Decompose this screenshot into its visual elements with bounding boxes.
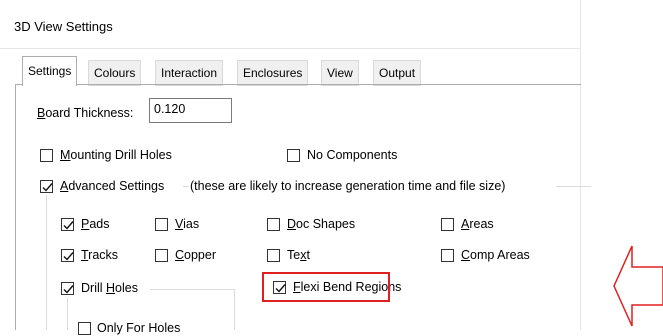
check-icon (63, 285, 74, 294)
doc-shapes-checkbox[interactable] (267, 218, 280, 231)
areas-label: Areas (461, 217, 494, 231)
doc-shapes-label: Doc Shapes (287, 217, 356, 231)
tab-enclosures[interactable]: Enclosures (237, 60, 309, 86)
arrow-left-icon (613, 245, 663, 327)
vias-checkbox[interactable] (155, 218, 168, 231)
vias-label: Vias (175, 217, 200, 231)
tab-colours[interactable]: Colours (88, 60, 142, 86)
tab-output[interactable]: Output (373, 60, 422, 86)
check-icon (42, 183, 53, 192)
comp-areas-label: Comp Areas (461, 248, 530, 262)
check-icon (63, 221, 74, 230)
tab-panel-border (15, 84, 581, 85)
highlight-box (262, 272, 390, 302)
check-icon (63, 252, 74, 261)
only-for-holes-label: Only For Holes (97, 321, 181, 335)
window-title: 3D View Settings (14, 19, 113, 34)
group-border-top-a (183, 186, 189, 187)
drill-holes-checkbox[interactable] (61, 282, 74, 295)
copper-checkbox[interactable] (155, 249, 168, 262)
drill-holes-group-top (150, 289, 235, 290)
mounting-drill-holes-label: Mounting Drill Holes (60, 148, 172, 162)
group-border-top-b (556, 186, 591, 187)
tab-panel-border-left (15, 84, 16, 330)
comp-areas-checkbox[interactable] (441, 249, 454, 262)
pads-label: Pads (81, 217, 110, 231)
drill-holes-group-right (234, 289, 235, 330)
copper-label: Copper (175, 248, 217, 262)
pads-checkbox[interactable] (61, 218, 74, 231)
board-thickness-input[interactable]: 0.120 (149, 98, 232, 123)
board-thickness-label: Board Thickness: (37, 106, 134, 120)
mounting-drill-holes-checkbox[interactable] (40, 149, 53, 162)
tab-settings[interactable]: Settings (22, 56, 78, 86)
tracks-checkbox[interactable] (61, 249, 74, 262)
window-border (580, 0, 581, 330)
tracks-label: Tracks (81, 248, 119, 262)
group-border-left (46, 195, 47, 330)
no-components-checkbox[interactable] (287, 149, 300, 162)
tab-interaction[interactable]: Interaction (155, 60, 224, 86)
text-checkbox[interactable] (267, 249, 280, 262)
advanced-settings-checkbox[interactable] (40, 180, 53, 193)
title-separator (0, 48, 580, 49)
drill-holes-label: Drill Holes (81, 281, 138, 295)
only-for-holes-checkbox[interactable] (78, 322, 91, 335)
no-components-label: No Components (307, 148, 398, 162)
drill-holes-group-left (67, 298, 68, 330)
tab-view[interactable]: View (321, 60, 359, 86)
advanced-settings-note: (these are likely to increase generation… (190, 179, 506, 193)
areas-checkbox[interactable] (441, 218, 454, 231)
advanced-settings-label: Advanced Settings (60, 179, 165, 193)
text-label: Text (287, 248, 310, 262)
